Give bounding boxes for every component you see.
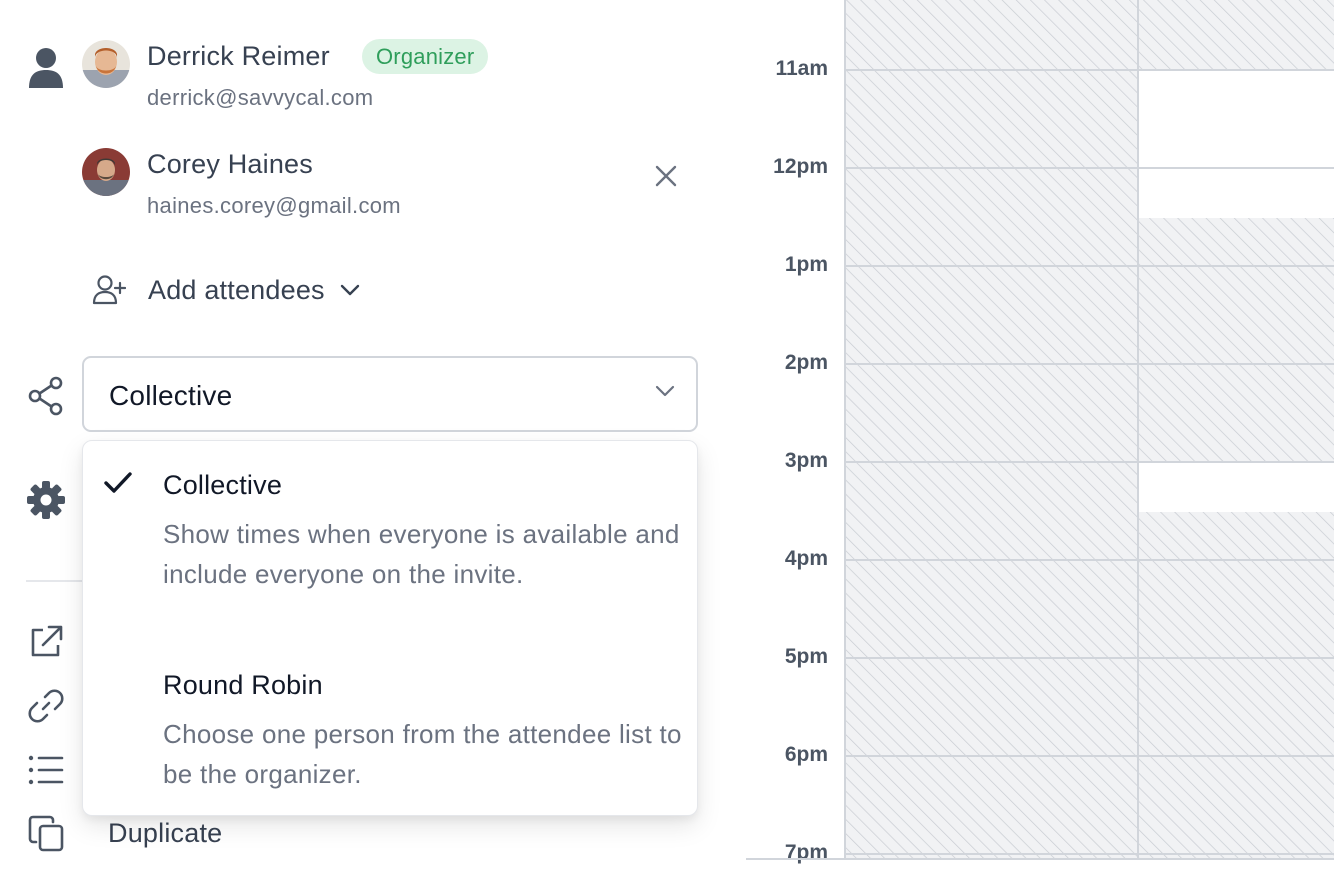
hour-label: 5pm [784,645,828,668]
busy-block [1139,218,1334,462]
hour-label: 2pm [784,351,828,374]
list-icon[interactable] [28,754,68,786]
busy-block [1139,0,1334,70]
avatar-corey-haines [82,148,130,196]
organizer-badge: Organizer [362,39,489,74]
scheduling-mode-value: Collective [109,380,233,411]
link-icon[interactable] [28,688,68,724]
scheduling-mode-select[interactable]: Collective [82,356,698,432]
chevron-down-icon [339,283,361,297]
share-icon [28,376,68,416]
attendee-email: haines.corey@gmail.com [147,193,401,218]
avatar-derrick-reimer [82,40,130,88]
hour-label: 12pm [773,155,828,178]
hour-label: 6pm [784,743,828,766]
busy-block [846,0,1138,860]
duplicate-button[interactable]: Duplicate [108,818,222,849]
hour-label: 7pm [784,841,828,864]
chevron-down-icon [654,384,676,398]
divider [26,580,82,582]
user-icon [28,46,68,88]
attendee-name: Derrick Reimer [147,41,330,71]
busy-block [1139,512,1334,860]
option-collective[interactable]: Collective Show times when everyone is a… [83,441,697,641]
scheduling-mode-dropdown: Collective Show times when everyone is a… [82,440,698,816]
gear-icon [26,480,66,520]
add-attendees-label: Add attendees [148,274,325,305]
remove-attendee-button[interactable] [650,160,682,192]
calendar-bottom-border [746,858,1334,860]
option-title: Collective [163,470,283,500]
option-title: Round Robin [163,670,323,700]
hour-label: 4pm [784,547,828,570]
calendar-grid [844,0,1334,860]
checkmark-icon [103,471,133,495]
close-icon [655,165,677,187]
option-description: Choose one person from the attendee list… [163,719,682,789]
user-plus-icon [92,274,126,306]
hour-label: 11am [775,57,828,80]
duplicate-icon[interactable] [28,814,68,854]
external-link-icon[interactable] [28,624,68,660]
attendee-email: derrick@savvycal.com [147,85,374,110]
attendee-name: Corey Haines [147,149,313,179]
hour-label: 1pm [784,253,828,276]
time-axis: 11am 12pm 1pm 2pm 3pm 4pm 5pm 6pm 7pm [746,0,844,864]
option-description: Show times when everyone is available an… [163,519,680,589]
hour-label: 3pm [784,449,828,472]
option-round-robin[interactable]: Round Robin Choose one person from the a… [83,651,697,801]
add-attendees-button[interactable]: Add attendees [92,270,361,310]
